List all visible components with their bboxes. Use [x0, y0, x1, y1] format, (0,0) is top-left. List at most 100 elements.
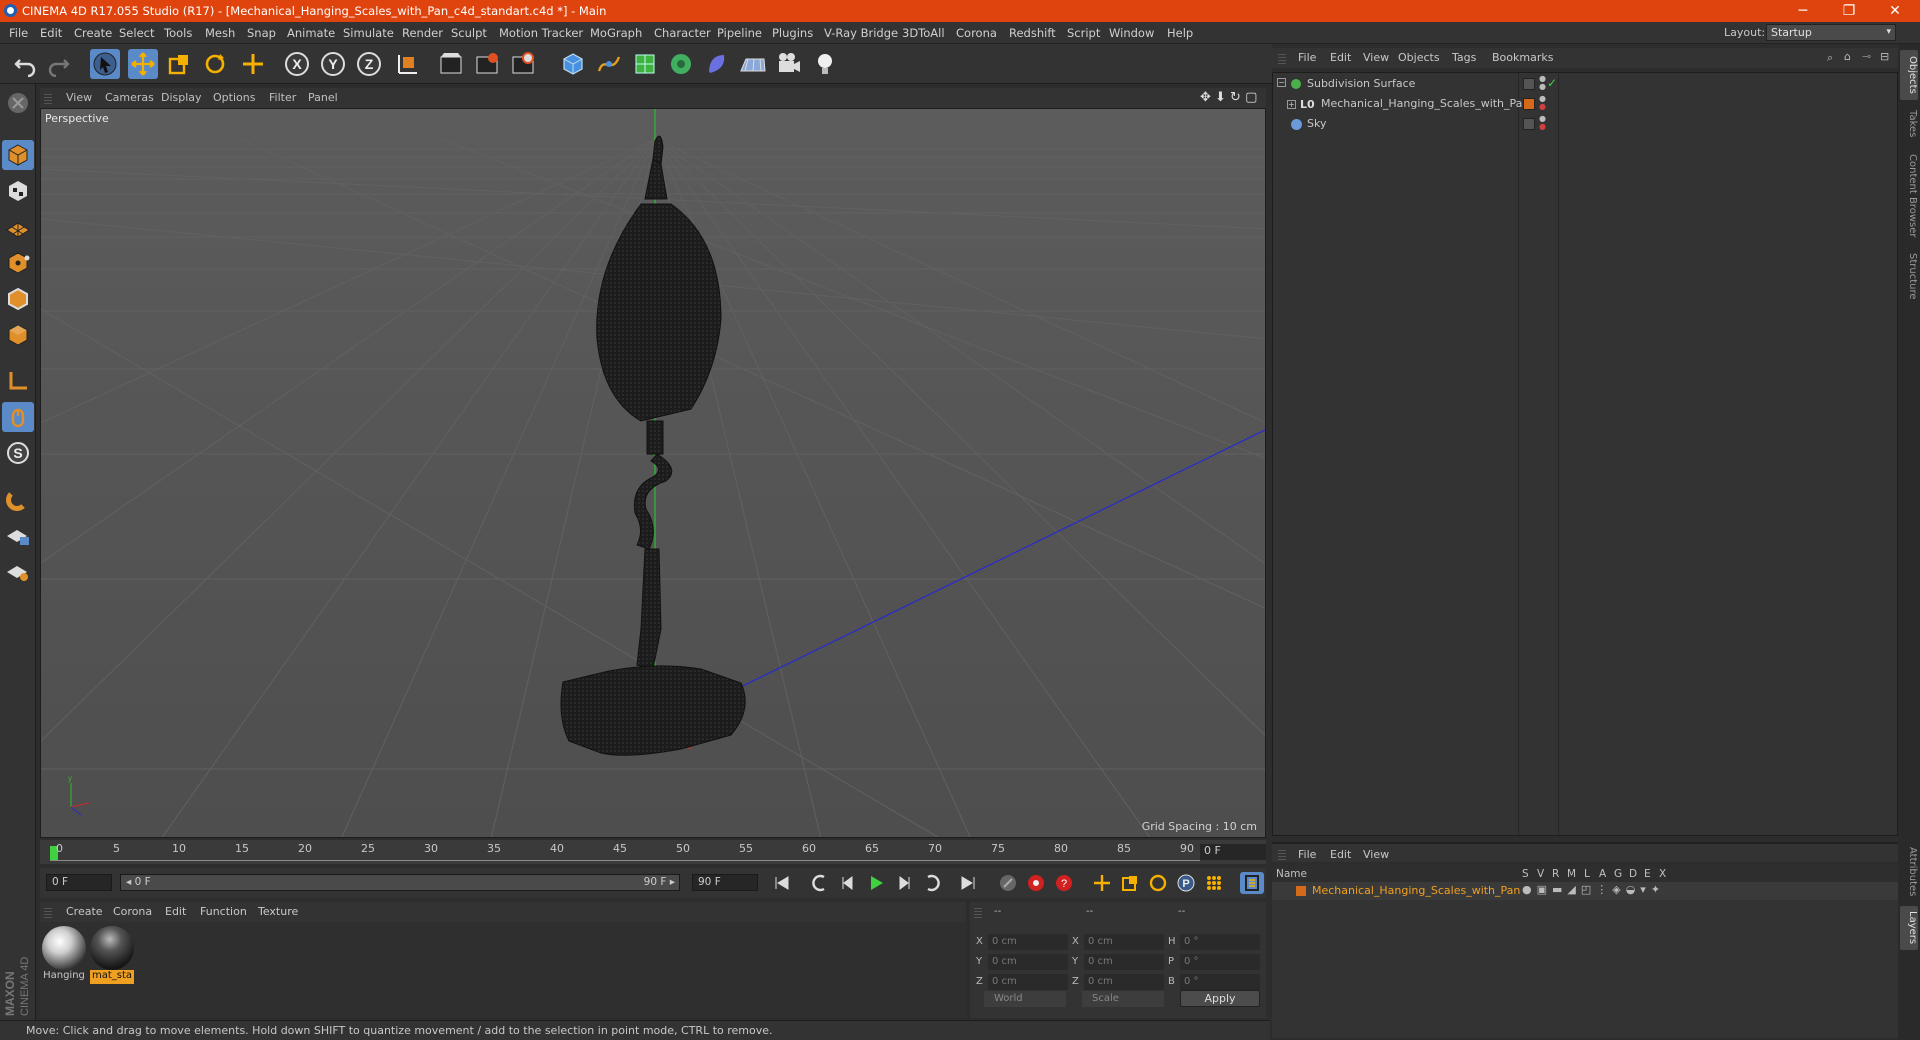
viewport-menu-display[interactable]: Display	[161, 91, 202, 104]
key-point-level-icon[interactable]	[1202, 872, 1226, 894]
pos-y-field[interactable]: 0 cm	[988, 954, 1068, 970]
layer-menu-view[interactable]: View	[1363, 848, 1389, 861]
menu-sculpt[interactable]: Sculpt	[451, 26, 487, 40]
undo-icon[interactable]	[10, 49, 40, 79]
link-icon[interactable]: ⊸	[1862, 50, 1871, 63]
spline-pen-icon[interactable]	[594, 49, 624, 79]
z-axis-icon[interactable]: Z	[354, 49, 384, 79]
layer-color-swatch[interactable]	[1296, 886, 1306, 896]
layer-row[interactable]: Mechanical_Hanging_Scales_with_Pan ●▣▬◢◰…	[1272, 882, 1898, 900]
layer-menu-file[interactable]: File	[1298, 848, 1316, 861]
object-row-sky[interactable]: Sky ● ●	[1273, 115, 1899, 133]
visibility-dots-icon[interactable]: ● ●	[1539, 115, 1546, 131]
workplane-icon[interactable]	[2, 212, 34, 242]
material-swatch-selected[interactable]: mat_sta	[90, 926, 134, 986]
menu-mesh[interactable]: Mesh	[205, 26, 235, 40]
menu-mograph[interactable]: MoGraph	[590, 26, 642, 40]
menu-window[interactable]: Window	[1109, 26, 1154, 40]
menu-snap[interactable]: Snap	[247, 26, 276, 40]
polygons-mode-icon[interactable]	[2, 320, 34, 350]
timeline-ruler[interactable]: 0 5 10 15 20 25 30 35 40 45 50 55 60 65 …	[40, 840, 1266, 864]
subdivision-surface-icon[interactable]	[630, 49, 660, 79]
size-x-field[interactable]: 0 cm	[1084, 934, 1164, 950]
viewport-menu-options[interactable]: Options	[213, 91, 255, 104]
size-mode-dropdown[interactable]: Scale	[1082, 991, 1164, 1007]
object-menu-tags[interactable]: Tags	[1452, 51, 1476, 64]
magnet-icon[interactable]	[2, 484, 34, 514]
start-frame-field[interactable]: 0 F	[46, 874, 112, 891]
material-swatch[interactable]: Hanging	[42, 926, 86, 986]
x-axis-icon[interactable]: X	[282, 49, 312, 79]
tab-layers[interactable]: Layers	[1900, 906, 1918, 950]
rotate-icon[interactable]	[200, 49, 230, 79]
menu-help[interactable]: Help	[1167, 26, 1193, 40]
menu-render[interactable]: Render	[402, 26, 443, 40]
key-parameter-icon[interactable]: P	[1174, 872, 1198, 894]
cloner-icon[interactable]	[666, 49, 696, 79]
deformer-icon[interactable]	[702, 49, 732, 79]
render-picture-viewer-icon[interactable]	[472, 49, 502, 79]
menu-select[interactable]: Select	[119, 26, 154, 40]
object-menu-view[interactable]: View	[1363, 51, 1389, 64]
material-menu-function[interactable]: Function	[200, 905, 247, 918]
pos-x-field[interactable]: 0 cm	[988, 934, 1068, 950]
move-icon[interactable]	[128, 49, 158, 79]
previous-frame-icon[interactable]	[836, 872, 860, 894]
light-icon[interactable]	[810, 49, 840, 79]
go-to-start-icon[interactable]	[770, 872, 794, 894]
size-z-field[interactable]: 0 cm	[1084, 974, 1164, 990]
workplane-lock-icon[interactable]	[2, 520, 34, 550]
enabled-check-icon[interactable]: ✓	[1547, 76, 1557, 90]
layer-color-icon[interactable]	[1523, 98, 1535, 110]
search-icon[interactable]: ⌕	[1827, 51, 1833, 65]
object-menu-file[interactable]: File	[1298, 51, 1316, 64]
panel-menu-icon[interactable]: ⊟	[1880, 50, 1889, 63]
menu-script[interactable]: Script	[1067, 26, 1100, 40]
menu-file[interactable]: File	[9, 26, 28, 40]
next-key-icon[interactable]	[920, 872, 944, 894]
object-menu-edit[interactable]: Edit	[1330, 51, 1351, 64]
maximize-button[interactable]: ❐	[1826, 0, 1872, 22]
cube-primitive-icon[interactable]	[558, 49, 588, 79]
object-row-mechanical-hanging-scales[interactable]: + L0 Mechanical_Hanging_Scales_with_Pan …	[1273, 95, 1899, 113]
visibility-dots-icon[interactable]: ● ●	[1539, 95, 1546, 111]
menu-animate[interactable]: Animate	[287, 26, 335, 40]
record-active-objects-icon[interactable]	[1024, 872, 1048, 894]
menu-3dtoall[interactable]: 3DToAll	[902, 26, 945, 40]
menu-redshift[interactable]: Redshift	[1009, 26, 1056, 40]
tweak-mode-icon[interactable]	[2, 402, 34, 432]
viewport-menu-view[interactable]: View	[66, 91, 92, 104]
previous-key-icon[interactable]	[808, 872, 832, 894]
tab-takes[interactable]: Takes	[1900, 104, 1918, 144]
menu-vray-bridge[interactable]: V-Ray Bridge	[824, 26, 898, 40]
object-row-subdivision-surface[interactable]: − Subdivision Surface ● ● ✓	[1273, 75, 1899, 93]
viewport-menu-cameras[interactable]: Cameras	[105, 91, 154, 104]
visibility-dots-icon[interactable]: ● ●	[1539, 75, 1546, 91]
layer-menu-edit[interactable]: Edit	[1330, 848, 1351, 861]
size-y-field[interactable]: 0 cm	[1084, 954, 1164, 970]
points-mode-icon[interactable]	[2, 248, 34, 278]
next-frame-icon[interactable]	[892, 872, 916, 894]
layer-tag-icon[interactable]	[1523, 118, 1535, 130]
current-frame-field[interactable]: 0 F	[1200, 844, 1266, 860]
live-select-icon[interactable]	[238, 49, 268, 79]
tab-objects[interactable]: Objects	[1900, 50, 1918, 100]
tab-attributes[interactable]: Attributes	[1900, 844, 1918, 900]
key-position-icon[interactable]	[1090, 872, 1114, 894]
autokeying-icon[interactable]: ?	[1052, 872, 1076, 894]
texture-mode-icon[interactable]	[2, 176, 34, 206]
keyframe-selection-icon[interactable]	[996, 872, 1020, 894]
timeline-window-icon[interactable]	[1240, 872, 1264, 894]
menu-motion-tracker[interactable]: Motion Tracker	[499, 26, 583, 40]
perspective-viewport[interactable]: y Perspective Grid Spacing : 10 cm	[40, 108, 1266, 838]
key-scale-icon[interactable]	[1118, 872, 1142, 894]
edges-mode-icon[interactable]	[2, 284, 34, 314]
viewport-menu-panel[interactable]: Panel	[308, 91, 338, 104]
menu-simulate[interactable]: Simulate	[343, 26, 394, 40]
menu-pipeline[interactable]: Pipeline	[717, 26, 762, 40]
viewport-menu-filter[interactable]: Filter	[269, 91, 296, 104]
collapse-icon[interactable]: −	[1277, 78, 1286, 87]
floor-icon[interactable]	[738, 49, 768, 79]
layer-toggle-icons[interactable]: ●▣▬◢◰⋮◈◒▾✦	[1522, 883, 1665, 896]
layout-dropdown[interactable]: Startup ▾	[1766, 24, 1896, 41]
